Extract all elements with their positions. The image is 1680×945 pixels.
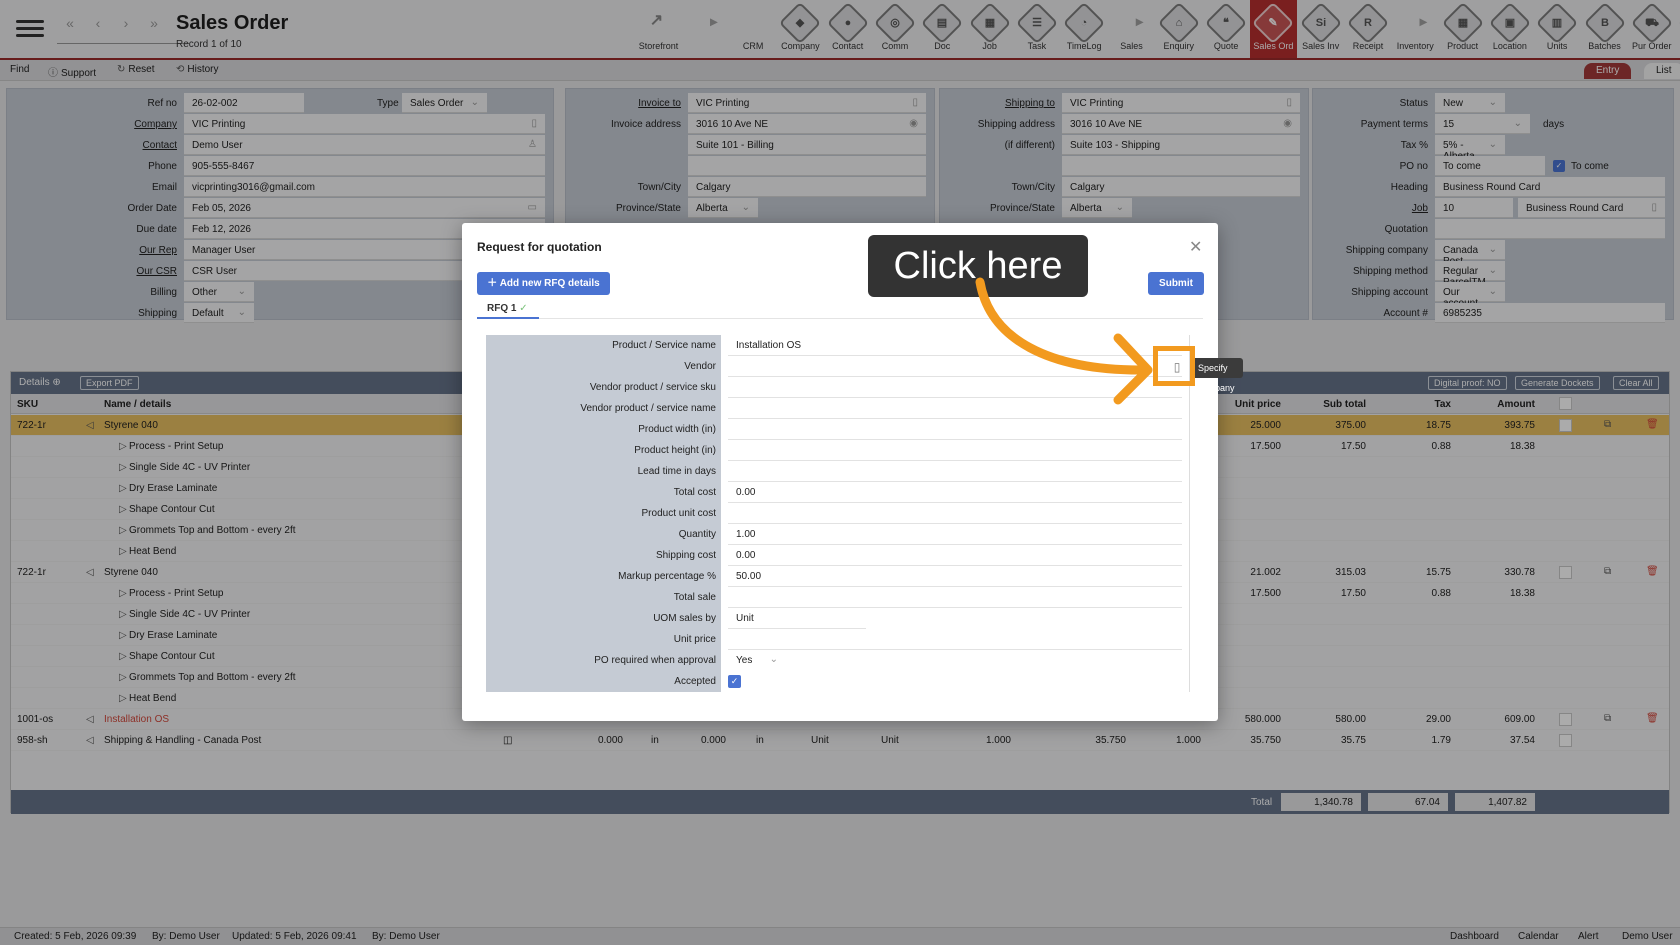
modal-title: Request for quotation [477,240,602,254]
rfq-field-row: Accepted ✓ [486,671,1189,692]
tab-rfq-1[interactable]: RFQ 1 ✓ [477,299,539,319]
rfq-field-input[interactable] [728,503,1182,524]
rfq-field-input[interactable]: Unit [728,608,866,629]
rfq-field-label: Lead time in days [637,466,716,477]
callout-arrow-line [975,277,1145,375]
rfq-field-label: Product width (in) [638,424,716,435]
rfq-field-row: Quantity 1.00 [486,524,1189,545]
rfq-field-input[interactable] [728,461,1182,482]
rfq-field-input[interactable] [728,419,1182,440]
rfq-field-label: Vendor product / service name [580,403,716,414]
rfq-field-row: Product height (in) [486,440,1189,461]
rfq-field-row: Shipping cost 0.00 [486,545,1189,566]
rfq-field-input[interactable] [728,440,1182,461]
rfq-field-value: 0.00 [736,550,756,561]
rfq-field-label: Accepted [674,676,716,687]
rfq-field-input[interactable]: 0.00 [728,545,1182,566]
rfq-field-label: Total sale [673,592,716,603]
rfq-field-label: Product unit cost [641,508,716,519]
rfq-field-label: Vendor [684,361,716,372]
rfq-field-input[interactable] [728,629,1182,650]
rfq-field-input[interactable]: 50.00 [728,566,1182,587]
rfq-field-label: Total cost [673,487,716,498]
rfq-field-value: 1.00 [736,529,756,540]
plus-icon: ＋ [487,278,500,289]
vendor-highlight-box [1153,346,1195,386]
rfq-field-row: Product width (in) [486,419,1189,440]
rfq-field-row: UOM sales by Unit [486,608,1189,629]
rfq-field-value: 50.00 [736,571,762,582]
callout-arrow [975,277,1153,405]
rfq-field-label: Vendor product / service sku [589,382,716,393]
rfq-field-input[interactable]: 1.00 [728,524,1182,545]
rfq-tab-label: RFQ 1 [487,303,517,314]
rfq-field-value: Yes [736,655,753,666]
rfq-field-row: Unit price [486,629,1189,650]
rfq-field-label: Markup percentage % [618,571,716,582]
rfq-field-input[interactable]: 0.00 [728,482,1182,503]
rfq-field-row: Total cost 0.00 [486,482,1189,503]
rfq-field-label: UOM sales by [653,613,716,624]
rfq-field-label: PO required when approval [594,655,716,666]
rfq-field-value: Installation OS [736,340,802,351]
rfq-field-row: Product unit cost [486,503,1189,524]
rfq-field-input[interactable]: Yes ⌄ [728,650,784,671]
check-circle-icon: ✓ [519,303,528,314]
rfq-field-label: Quantity [678,529,716,540]
add-rfq-label: Add new RFQ details [499,278,600,289]
vendor-tooltip: Specify company [1190,358,1243,393]
accepted-checkbox[interactable]: ✓ [728,675,741,688]
rfq-field-value: Unit [736,613,754,624]
rfq-field-row: PO required when approval Yes ⌄ [486,650,1189,671]
add-rfq-details-button[interactable]: ＋ Add new RFQ details [477,272,610,295]
rfq-field-label: Unit price [673,634,716,645]
chevron-down-icon: ⌄ [769,654,778,665]
rfq-field-label: Shipping cost [655,550,716,561]
rfq-field-row: Markup percentage % 50.00 [486,566,1189,587]
rfq-field-row: Total sale [486,587,1189,608]
rfq-field-label: Product height (in) [634,445,716,456]
rfq-field-row: Lead time in days [486,461,1189,482]
rfq-field-value: 0.00 [736,487,756,498]
rfq-field-label: Product / Service name [612,340,716,351]
rfq-field-input[interactable] [728,587,1182,608]
close-icon[interactable]: ✕ [1189,237,1202,257]
